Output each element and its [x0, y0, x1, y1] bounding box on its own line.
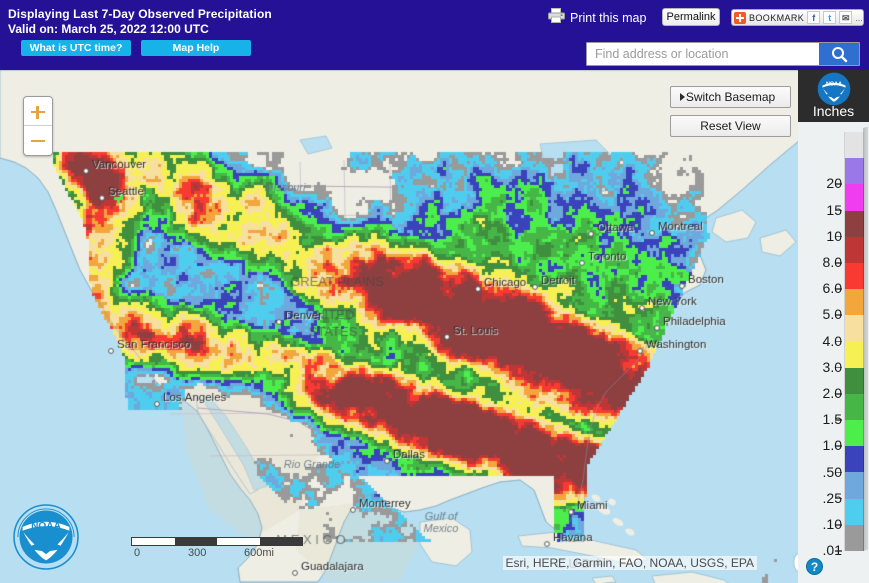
- noaa-precipitation-map-page: Displaying Last 7-Day Observed Precipita…: [0, 0, 869, 583]
- chevron-right-icon: [680, 93, 685, 101]
- scale-label-mid: 300: [188, 547, 207, 559]
- legend-noaa-icon: NOAA: [817, 72, 850, 106]
- legend-swatch: [845, 367, 864, 394]
- permalink-button[interactable]: Permalink: [662, 8, 720, 26]
- legend-swatch: [845, 289, 864, 316]
- legend-swatch: [845, 262, 864, 290]
- legend-swatch: [845, 236, 864, 263]
- map-attribution: Esri, HERE, Garmin, FAO, NOAA, USGS, EPA: [502, 556, 757, 570]
- printer-icon: [548, 8, 565, 28]
- legend-label-1p5: 1.5: [822, 411, 842, 428]
- legend-help-button[interactable]: ?: [806, 558, 823, 575]
- search-input[interactable]: [587, 43, 819, 65]
- legend-label-p01: .01: [822, 542, 842, 559]
- zoom-out-button[interactable]: [24, 126, 52, 155]
- legend-panel: NOAA Inches 20 15 10 8.0 6.0 5.0 4.0 3.0 2.0 1.5 1…: [798, 70, 869, 583]
- switch-basemap-button[interactable]: Switch Basemap: [670, 86, 791, 108]
- legend-label-p10: .10: [822, 516, 842, 532]
- bookmark-label: BOOKMARK: [749, 12, 805, 23]
- legend-swatch: [845, 446, 864, 473]
- map-help-button[interactable]: Map Help: [141, 40, 251, 56]
- search-button[interactable]: [819, 43, 859, 65]
- zoom-control: [23, 96, 53, 156]
- legend-swatch: [845, 524, 864, 551]
- legend-swatch: [845, 158, 864, 185]
- legend-label-10: 10: [826, 227, 842, 244]
- precipitation-map-canvas[interactable]: [0, 70, 869, 583]
- switch-basemap-label: Switch Basemap: [685, 90, 776, 104]
- noaa-logo: NOAA: [13, 504, 79, 570]
- facebook-icon[interactable]: f: [807, 11, 821, 24]
- zoom-in-button[interactable]: [24, 97, 52, 126]
- legend-swatch: [845, 341, 864, 368]
- scale-seg: [174, 538, 217, 545]
- reset-view-button[interactable]: Reset View: [670, 115, 791, 137]
- what-is-utc-button[interactable]: What is UTC time?: [21, 40, 131, 56]
- scale-bar-track: [131, 537, 303, 546]
- page-title: Displaying Last 7-Day Observed Precipita…: [8, 7, 272, 21]
- legend-swatch: [845, 210, 864, 237]
- legend-label-p25: .25: [822, 489, 842, 506]
- legend-scale: 20 15 10 8.0 6.0 5.0 4.0 3.0 2.0 1.5 1.0 .50 .25 .10.…: [798, 122, 869, 583]
- legend-label-6p0: 6.0: [822, 280, 842, 297]
- legend-label-4p0: 4.0: [822, 332, 842, 349]
- legend-label-p50: .50: [822, 463, 842, 480]
- scale-seg: [217, 538, 260, 545]
- legend-swatch: [845, 393, 864, 421]
- search-icon: [831, 46, 847, 62]
- bookmark-more-icon[interactable]: ...: [855, 13, 863, 23]
- legend-swatch: [845, 132, 864, 159]
- bookmark-widget[interactable]: BOOKMARK f t ✉ ...: [731, 9, 864, 26]
- print-this-map-button[interactable]: Print this map: [548, 8, 646, 28]
- svg-text:NOAA: NOAA: [31, 521, 61, 532]
- legend-label-15: 15: [826, 201, 842, 218]
- scale-label-zero: 0: [134, 547, 141, 559]
- svg-text:NOAA: NOAA: [825, 82, 841, 88]
- scale-seg: [259, 538, 302, 545]
- scale-bar-labels: 0 300 600mi: [131, 547, 321, 561]
- legend-title: Inches: [812, 103, 855, 119]
- legend-swatch: [845, 315, 864, 342]
- legend-swatch: [845, 184, 864, 211]
- legend-header: NOAA Inches: [798, 70, 869, 122]
- legend-label-8p0: 8.0: [822, 254, 842, 270]
- twitter-icon[interactable]: t: [823, 11, 837, 24]
- legend-label-20: 20: [826, 175, 842, 192]
- legend-label-3p0: 3.0: [822, 358, 842, 375]
- print-this-map-label: Print this map: [570, 11, 647, 25]
- bookmark-plus-icon: [734, 11, 746, 24]
- legend-swatch: [845, 498, 864, 525]
- legend-swatch: [845, 472, 864, 499]
- email-icon[interactable]: ✉: [839, 11, 853, 24]
- legend-label-5p0: 5.0: [822, 306, 842, 323]
- scale-label-max: 600mi: [244, 547, 274, 559]
- valid-time-label: Valid on: March 25, 2022 12:00 UTC: [8, 22, 209, 36]
- legend-label-2p0: 2.0: [822, 385, 842, 401]
- legend-swatch: [845, 420, 864, 447]
- scale-seg: [132, 538, 175, 545]
- page-header: Displaying Last 7-Day Observed Precipita…: [0, 0, 869, 70]
- scale-bar: 0 300 600mi: [131, 537, 321, 561]
- search-bar: [586, 42, 860, 66]
- map-viewport[interactable]: Switch Basemap Reset View 0 300 600mi Es…: [0, 70, 869, 583]
- legend-swatch-column: [844, 132, 864, 551]
- legend-label-1p0: 1.0: [822, 437, 842, 454]
- reset-view-label: Reset View: [700, 119, 761, 133]
